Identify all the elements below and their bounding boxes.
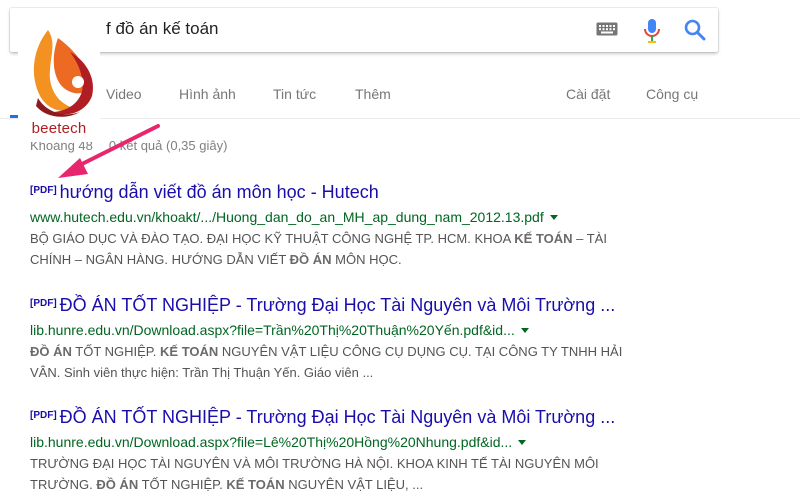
- tab-news[interactable]: Tin tức: [273, 86, 316, 102]
- search-result-3: [PDF] ĐỒ ÁN TỐT NGHIỆP - Trường Đại Học T…: [30, 405, 770, 495]
- snippet-text: BỘ GIÁO DỤC VÀ ĐÀO TẠO. ĐẠI HỌC KỸ THUẬT…: [30, 231, 515, 246]
- tab-tools[interactable]: Công cụ: [646, 86, 698, 102]
- result-title-link[interactable]: [PDF] ĐỒ ÁN TỐT NGHIỆP - Trường Đại Học T…: [30, 405, 770, 428]
- result-url-text: lib.hunre.edu.vn/Download.aspx?file=Lê%2…: [30, 434, 513, 450]
- tab-video[interactable]: Video: [106, 86, 142, 102]
- snippet-highlight: ĐỒ ÁN: [30, 344, 72, 359]
- snippet-text: TRƯỜNG ĐẠI HỌC TÀI NGUYÊN VÀ MÔI TRƯỜNG …: [30, 456, 599, 471]
- snippet-text: TỐT NGHIỆP.: [71, 344, 161, 359]
- result-stats-end: 0 kết quả (0,35 giây): [108, 138, 228, 153]
- result-snippet: BỘ GIÁO DỤC VÀ ĐÀO TẠO. ĐẠI HỌC KỸ THUẬT…: [30, 228, 770, 270]
- result-url-text: www.hutech.edu.vn/khoakt/.../Huong_dan_d…: [30, 209, 544, 225]
- snippet-text: TRƯỜNG.: [30, 477, 97, 492]
- pdf-tag: [PDF]: [30, 298, 57, 309]
- snippet-text: MÔN HỌC.: [331, 252, 402, 267]
- result-title-text[interactable]: ĐỒ ÁN TỐT NGHIỆP - Trường Đại Học Tài Ng…: [60, 407, 616, 427]
- snippet-highlight: KẾ TOÁN: [226, 477, 285, 492]
- result-url: www.hutech.edu.vn/khoakt/.../Huong_dan_d…: [30, 208, 770, 226]
- result-title-text[interactable]: ĐỒ ÁN TỐT NGHIỆP - Trường Đại Học Tài Ng…: [60, 295, 616, 315]
- url-dropdown-arrow-icon[interactable]: [520, 328, 529, 333]
- result-url: lib.hunre.edu.vn/Download.aspx?file=Lê%2…: [30, 433, 770, 451]
- snippet-text: – TÀI: [572, 231, 607, 246]
- result-title-link[interactable]: [PDF] hướng dẫn viết đồ án môn học - Hute…: [30, 180, 770, 203]
- search-result-2: [PDF] ĐỒ ÁN TỐT NGHIỆP - Trường Đại Học T…: [30, 293, 770, 383]
- result-title-text[interactable]: hướng dẫn viết đồ án môn học - Hutech: [60, 182, 379, 202]
- search-input[interactable]: f đồ án kế toán: [106, 19, 218, 39]
- search-tabs: Video Hình ảnh Tin tức Thêm Cài đặt Công…: [0, 86, 800, 106]
- pdf-tag: [PDF]: [30, 185, 57, 196]
- pdf-tag: [PDF]: [30, 410, 57, 421]
- snippet-highlight: KẾ TOÁN: [160, 344, 219, 359]
- snippet-text: NGUYÊN VẬT LIỆU, ...: [284, 477, 424, 492]
- result-title-link[interactable]: [PDF] ĐỒ ÁN TỐT NGHIỆP - Trường Đại Học T…: [30, 293, 770, 316]
- result-url-text: lib.hunre.edu.vn/Download.aspx?file=Trần…: [30, 322, 515, 338]
- microphone-icon[interactable]: [642, 18, 662, 49]
- snippet-highlight: ĐỒ ÁN: [96, 477, 139, 492]
- snippet-text: TỐT NGHIỆP.: [138, 477, 227, 492]
- url-dropdown-arrow-icon[interactable]: [549, 215, 558, 220]
- snippet-text: NGUYÊN VẬT LIỆU CÔNG CỤ DỤNG CỤ. TẠI CÔN…: [218, 344, 623, 359]
- snippet-highlight: KẾ TOÁN: [514, 231, 573, 246]
- search-box[interactable]: f đồ án kế toán: [10, 8, 718, 52]
- tab-more[interactable]: Thêm: [355, 86, 391, 102]
- logo-text: beetech: [31, 120, 87, 137]
- tabs-divider: [0, 118, 800, 119]
- tab-images[interactable]: Hình ảnh: [179, 86, 236, 102]
- snippet-highlight: ĐỒ ÁN: [289, 252, 332, 267]
- search-result-1: [PDF] hướng dẫn viết đồ án môn học - Hute…: [30, 180, 770, 270]
- snippet-text: VÂN. Sinh viên thực hiện: Trần Thị Thuận…: [30, 365, 374, 380]
- result-url: lib.hunre.edu.vn/Download.aspx?file=Trần…: [30, 321, 770, 339]
- beetech-logo: beetech: [18, 24, 100, 142]
- result-snippet: ĐỒ ÁN TỐT NGHIỆP. KẾ TOÁN NGUYÊN VẬT LIỆ…: [30, 341, 770, 383]
- search-icon[interactable]: [684, 19, 706, 46]
- snippet-text: CHÍNH – NGÂN HÀNG. HƯỚNG DẪN VIẾT: [30, 252, 290, 267]
- result-snippet: TRƯỜNG ĐẠI HỌC TÀI NGUYÊN VÀ MÔI TRƯỜNG …: [30, 453, 770, 495]
- keyboard-icon[interactable]: [596, 22, 618, 41]
- url-dropdown-arrow-icon[interactable]: [518, 440, 527, 445]
- beetech-flame-icon: [33, 30, 94, 117]
- tab-settings[interactable]: Cài đặt: [566, 86, 610, 102]
